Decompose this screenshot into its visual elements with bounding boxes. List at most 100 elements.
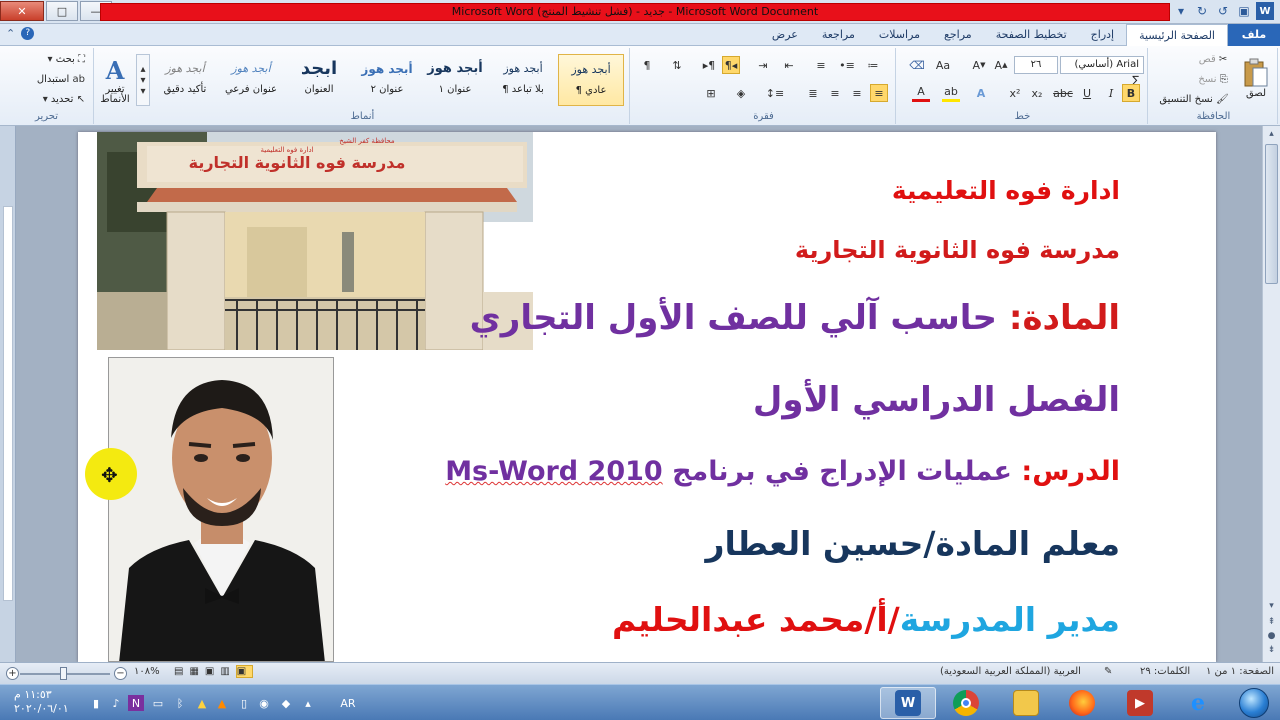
scroll-up-icon[interactable]: ▴ [1265,128,1278,141]
tab-references[interactable]: مراجع [932,24,984,46]
onenote-icon[interactable]: N [128,695,144,711]
redo-icon[interactable]: ↻ [1193,2,1211,20]
shrink-font-icon[interactable]: A ▼ [970,56,988,74]
change-styles-button[interactable]: A تغيير الأنماط [96,52,134,108]
paste-button[interactable]: لصق [1238,50,1274,106]
scroll-down-icon[interactable]: ▾ [1265,600,1278,613]
font-name-box[interactable]: Arial (أساسي) ∑ [1060,56,1144,86]
prev-page-icon[interactable]: ⇞ [1265,616,1278,629]
increase-indent-icon[interactable]: ⇥ [754,56,772,74]
line-spacing-icon[interactable]: ↕≡ [766,84,784,102]
close-button[interactable]: ✕ [0,1,44,21]
word-count[interactable]: الكلمات: ٢٩ [1140,666,1190,677]
app-tray-icon[interactable]: ◉ [256,695,272,711]
browse-object-icon[interactable]: ● [1265,630,1278,643]
clock[interactable]: ١١:٥٣ م ٢٠٢٠/٠٦/٠١ [14,688,69,716]
bullets-icon[interactable]: •≡ [838,56,856,74]
battery-icon[interactable]: ▯ [236,695,252,711]
taskbar-media-player[interactable]: ▶ [1112,687,1168,719]
teacher-portrait-photo[interactable] [108,357,334,662]
style-normal[interactable]: أبجد هوز ¶ عادي [558,54,624,106]
taskbar-internet-explorer[interactable]: e [1170,687,1226,719]
zoom-out-icon[interactable]: − [114,667,127,680]
next-page-icon[interactable]: ⇟ [1265,644,1278,657]
underline-icon[interactable]: U [1078,84,1096,102]
rtl-direction-icon[interactable]: ¶◂ [722,56,740,74]
select-button[interactable]: ↖ تحديد ▾ [24,90,86,108]
style-heading-2[interactable]: أبجد هوز عنوان ٢ [354,54,420,106]
keyboard-language[interactable]: AR [336,695,360,711]
justify-icon[interactable]: ≣ [804,84,822,102]
shading-icon[interactable]: ◈ [732,84,750,102]
vertical-scrollbar[interactable]: ▴ ▾ ⇞ ● ⇟ [1262,126,1280,662]
subscript-icon[interactable]: x₂ [1028,84,1046,102]
start-button[interactable] [1234,685,1274,720]
school-building-photo[interactable]: محافظة كفر الشيخ ادارة فوه التعليمية مدر… [97,132,533,350]
vlc-icon[interactable]: ▲ [214,695,230,711]
taskbar-word[interactable]: W [880,687,936,719]
font-color-icon[interactable]: A [912,84,930,102]
maximize-button[interactable]: □ [46,1,78,21]
zoom-level[interactable]: ١٠٨% [134,666,160,677]
screen-icon[interactable]: ▭ [150,695,166,711]
strikethrough-icon[interactable]: abc [1053,84,1073,102]
multilevel-list-icon[interactable]: ≡ [812,56,830,74]
customize-icon[interactable]: ▾ [1172,2,1190,20]
show-hidden-icon[interactable]: ▴ [300,695,316,711]
bold-icon[interactable]: B [1122,84,1140,102]
taskbar-explorer[interactable] [998,687,1054,719]
show-marks-icon[interactable]: ¶ [638,56,656,74]
network-icon[interactable]: ▮ [88,695,104,711]
tab-file[interactable]: ملف [1228,24,1280,46]
page-count[interactable]: الصفحة: ١ من ١ [1206,666,1274,677]
language-status[interactable]: العربية (المملكة العربية السعودية) [940,666,1081,677]
zoom-slider-knob[interactable] [60,667,67,680]
ltr-direction-icon[interactable]: ▸¶ [700,56,718,74]
tab-review[interactable]: مراجعة [810,24,867,46]
undo-icon[interactable]: ↺ [1214,2,1232,20]
volume-icon[interactable]: ♪ [108,695,124,711]
format-painter-button[interactable]: 🖌 نسخ التنسيق [1152,90,1236,108]
styles-scroll[interactable]: ▴ ▾ ▾ [136,54,150,106]
change-case-icon[interactable]: Aa [934,56,952,74]
tab-home[interactable]: الصفحة الرئيسية [1126,24,1228,47]
align-left-icon[interactable]: ≡ [826,84,844,102]
collapse-ribbon-icon[interactable]: ⌃ [6,27,15,40]
bluetooth-icon[interactable]: ᛒ [172,695,188,711]
style-no-spacing[interactable]: أبجد هوز ¶ بلا تباعد [490,54,556,106]
align-right-icon[interactable]: ≡ [870,84,888,102]
scroll-thumb[interactable] [1265,144,1278,284]
tab-view[interactable]: عرض [760,24,810,46]
style-title[interactable]: ابجد العنوان [286,54,352,106]
superscript-icon[interactable]: x² [1006,84,1024,102]
tab-insert[interactable]: إدراج [1079,24,1126,46]
style-subtitle[interactable]: أبجد هوز عنوان فرعي [218,54,284,106]
style-heading-1[interactable]: أبجد هوز عنوان ١ [422,54,488,106]
clear-format-icon[interactable]: ⌫ [908,56,926,74]
taskbar-firefox[interactable] [1054,687,1110,719]
tab-mailings[interactable]: مراسلات [867,24,932,46]
numbering-icon[interactable]: ≔ [864,56,882,74]
dropbox-icon[interactable]: ◆ [278,695,294,711]
help-icon[interactable]: ? [21,27,35,40]
style-subtle-emphasis[interactable]: أبجد هوز تأكيد دقيق [152,54,218,106]
zoom-in-icon[interactable]: + [6,667,19,680]
replace-button[interactable]: ab استبدال [24,70,86,88]
warning-icon[interactable]: ▲ [194,695,210,711]
highlight-icon[interactable]: ab [942,84,960,102]
cut-button[interactable]: ✂ قص [1190,50,1236,68]
find-button[interactable]: ⛶ بحث ▾ [24,50,86,68]
sort-icon[interactable]: ⇅ [668,56,686,74]
copy-button[interactable]: ⎘ نسخ [1190,70,1236,88]
save-icon[interactable]: ▣ [1235,2,1253,20]
language-icon: ✎ [1104,666,1113,677]
font-size-box[interactable]: ٢٦ [1014,56,1058,74]
taskbar-chrome[interactable] [938,687,994,719]
borders-icon[interactable]: ⊞ [702,84,720,102]
tab-page-layout[interactable]: تخطيط الصفحة [984,24,1079,46]
italic-icon[interactable]: I [1102,84,1120,102]
align-center-icon[interactable]: ≡ [848,84,866,102]
text-effects-icon[interactable]: A [972,84,990,102]
decrease-indent-icon[interactable]: ⇤ [780,56,798,74]
grow-font-icon[interactable]: A ▲ [992,56,1010,74]
